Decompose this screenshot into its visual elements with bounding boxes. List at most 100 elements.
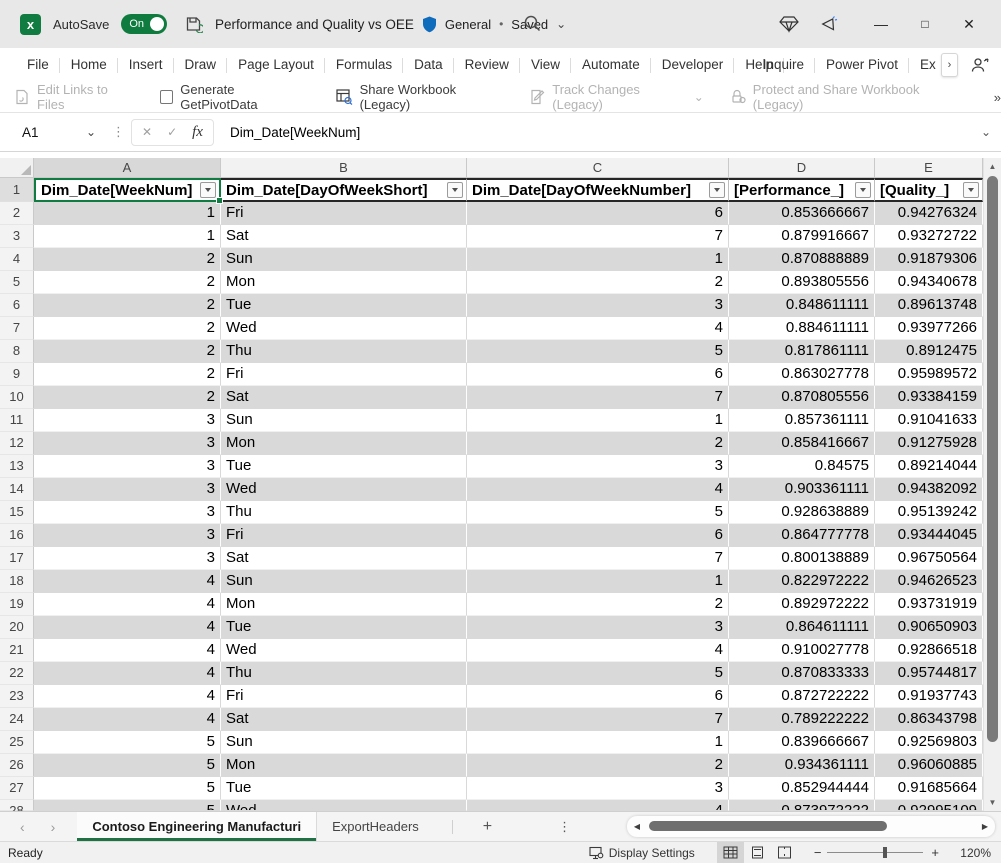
grid-cell[interactable]: 6 — [467, 202, 729, 225]
row-header[interactable]: 24 — [0, 708, 34, 731]
vertical-scrollbar-thumb[interactable] — [987, 176, 998, 742]
grid-cell[interactable]: 5 — [467, 501, 729, 524]
sheet-tab-exportheaders[interactable]: ExportHeaders — [317, 812, 434, 841]
grid-cell[interactable]: 6 — [467, 363, 729, 386]
row-header[interactable]: 3 — [0, 225, 34, 248]
grid-cell[interactable]: 0.94382092 — [875, 478, 983, 501]
generate-getpivotdata-checkbox[interactable]: Generate GetPivotData — [160, 82, 310, 112]
grid-cell[interactable]: 4 — [467, 317, 729, 340]
grid-cell[interactable]: 1 — [34, 202, 221, 225]
grid-cell[interactable]: 0.89613748 — [875, 294, 983, 317]
prev-sheet-icon[interactable]: ‹ — [20, 819, 25, 835]
ribbon-tab[interactable]: Formulas — [325, 54, 403, 76]
sensitivity-label[interactable]: General — [445, 17, 491, 32]
grid-cell[interactable]: 3 — [467, 777, 729, 800]
filter-icon[interactable] — [855, 182, 871, 198]
view-normal-button[interactable] — [717, 842, 744, 863]
ribbon-tab[interactable]: File — [16, 54, 60, 76]
grid-cell[interactable]: 0.93731919 — [875, 593, 983, 616]
grid-cell[interactable]: 4 — [34, 639, 221, 662]
grid-cell[interactable]: Sat — [221, 225, 467, 248]
grid-cell[interactable]: 0.94626523 — [875, 570, 983, 593]
row-header[interactable]: 4 — [0, 248, 34, 271]
grid-cell[interactable]: Mon — [221, 754, 467, 777]
grid-cell[interactable]: 0.91685664 — [875, 777, 983, 800]
grid-cell[interactable]: Wed — [221, 317, 467, 340]
grid-cell[interactable]: 3 — [34, 409, 221, 432]
filter-icon[interactable] — [200, 182, 216, 198]
feedback-icon[interactable] — [819, 14, 859, 34]
row-header[interactable]: 15 — [0, 501, 34, 524]
grid-cell[interactable]: 4 — [34, 616, 221, 639]
grid-cell[interactable]: Wed — [221, 639, 467, 662]
select-all-corner[interactable] — [0, 158, 34, 178]
grid-cell[interactable]: 4 — [467, 800, 729, 811]
grid-cell[interactable]: 0.94276324 — [875, 202, 983, 225]
row-header[interactable]: 20 — [0, 616, 34, 639]
grid-cell[interactable]: 4 — [34, 662, 221, 685]
expand-formula-bar-icon[interactable]: ⌄ — [981, 125, 991, 139]
column-header-a[interactable]: A — [34, 158, 221, 178]
row-header-1[interactable]: 1 — [0, 178, 34, 202]
drag-handle-icon[interactable]: ⋮ — [112, 124, 125, 140]
grid-cell[interactable]: Sat — [221, 386, 467, 409]
sensitivity-shield-icon[interactable] — [422, 16, 437, 33]
grid-cell[interactable]: Sun — [221, 248, 467, 271]
grid-cell[interactable]: 0.822972222 — [729, 570, 875, 593]
grid-cell[interactable]: Thu — [221, 340, 467, 363]
row-header[interactable]: 25 — [0, 731, 34, 754]
display-settings-button[interactable]: Display Settings — [589, 846, 695, 860]
zoom-in-icon[interactable]: + — [931, 845, 939, 860]
filter-icon[interactable] — [447, 182, 463, 198]
row-header[interactable]: 23 — [0, 685, 34, 708]
grid-cell[interactable]: 4 — [34, 685, 221, 708]
grid-cell[interactable]: 2 — [34, 363, 221, 386]
grid-cell[interactable]: 0.94340678 — [875, 271, 983, 294]
grid-cell[interactable]: 0.858416667 — [729, 432, 875, 455]
grid-cell[interactable]: 2 — [467, 593, 729, 616]
grid-cell[interactable]: 0.893805556 — [729, 271, 875, 294]
grid-cell[interactable]: 5 — [34, 731, 221, 754]
ribbon-tab[interactable]: Home — [60, 54, 118, 76]
row-header[interactable]: 8 — [0, 340, 34, 363]
ribbon-tab[interactable]: Review — [454, 54, 520, 76]
grid-cell[interactable]: 1 — [467, 570, 729, 593]
ribbon-tab-scroll-icon[interactable]: › — [941, 53, 958, 77]
row-header[interactable]: 2 — [0, 202, 34, 225]
row-header[interactable]: 21 — [0, 639, 34, 662]
grid-cell[interactable]: 0.839666667 — [729, 731, 875, 754]
toolbar-overflow-icon[interactable]: » — [994, 90, 1001, 105]
grid-cell[interactable]: 2 — [467, 754, 729, 777]
ribbon-tab-powerpivot[interactable]: Power Pivot — [815, 54, 909, 76]
grid-cell[interactable]: 0.928638889 — [729, 501, 875, 524]
grid-cell[interactable]: 0.870888889 — [729, 248, 875, 271]
enter-icon[interactable]: ✓ — [167, 125, 177, 139]
share-people-icon[interactable] — [970, 56, 991, 74]
grid-cell[interactable]: Fri — [221, 685, 467, 708]
grid-cell[interactable]: Sun — [221, 731, 467, 754]
cancel-icon[interactable]: ✕ — [142, 125, 152, 139]
autosave-toggle[interactable]: On — [121, 14, 167, 34]
grid-cell[interactable]: 0.903361111 — [729, 478, 875, 501]
row-header[interactable]: 16 — [0, 524, 34, 547]
grid-cell[interactable]: Fri — [221, 524, 467, 547]
cell-e1[interactable]: [Quality_] — [875, 178, 983, 202]
ribbon-tab[interactable]: Insert — [118, 54, 174, 76]
grid-cell[interactable]: 7 — [467, 547, 729, 570]
grid-cell[interactable]: 0.864611111 — [729, 616, 875, 639]
diamond-icon[interactable] — [779, 15, 819, 33]
grid-cell[interactable]: 0.93444045 — [875, 524, 983, 547]
row-header[interactable]: 5 — [0, 271, 34, 294]
column-header-b[interactable]: B — [221, 158, 467, 178]
grid-cell[interactable]: Tue — [221, 777, 467, 800]
grid-cell[interactable]: 3 — [467, 294, 729, 317]
share-workbook-button[interactable]: Share Workbook (Legacy) — [336, 82, 504, 112]
scroll-left-icon[interactable]: ◀ — [627, 822, 647, 831]
grid-cell[interactable]: 0.93272722 — [875, 225, 983, 248]
grid-cell[interactable]: Thu — [221, 662, 467, 685]
grid-cell[interactable]: 1 — [467, 409, 729, 432]
grid-cell[interactable]: 2 — [34, 271, 221, 294]
grid-cell[interactable]: 1 — [34, 225, 221, 248]
grid-cell[interactable]: Sat — [221, 708, 467, 731]
row-header[interactable]: 6 — [0, 294, 34, 317]
